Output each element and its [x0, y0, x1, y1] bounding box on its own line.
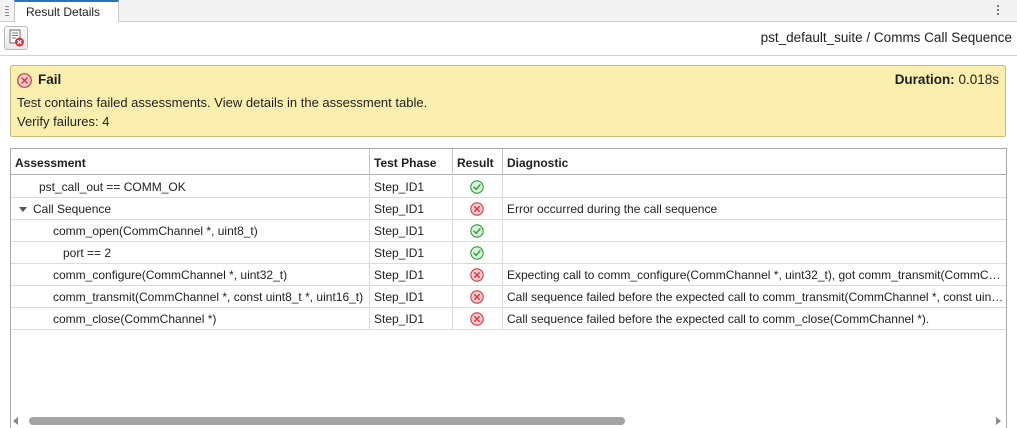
- result-cell: [453, 220, 503, 242]
- table-row[interactable]: port == 2 Step_ID1: [11, 242, 1006, 264]
- table-row[interactable]: comm_configure(CommChannel *, uint32_t) S…: [11, 264, 1006, 286]
- assessment-cell: comm_close(CommChannel *): [11, 308, 370, 330]
- horizontal-scrollbar[interactable]: [11, 414, 1006, 428]
- test-phase-cell: Step_ID1: [370, 308, 453, 330]
- fail-icon: [470, 312, 484, 326]
- pass-icon: [470, 224, 484, 238]
- status-title: Fail: [38, 72, 62, 87]
- assessment-label: comm_configure(CommChannel *, uint32_t): [53, 268, 288, 282]
- report-clear-icon: [9, 29, 24, 47]
- result-cell: [453, 308, 503, 330]
- test-phase-cell: Step_ID1: [370, 176, 453, 198]
- test-phase-cell: Step_ID1: [370, 220, 453, 242]
- assessment-label: Call Sequence: [33, 202, 112, 216]
- pass-icon: [470, 246, 484, 260]
- verify-failures: Verify failures: 4: [17, 114, 110, 129]
- clear-results-button[interactable]: [4, 26, 28, 50]
- result-cell: [453, 242, 503, 264]
- assessment-label: pst_call_out == COMM_OK: [39, 180, 186, 194]
- suite-path: pst_default_suite / Comms Call Sequence: [760, 30, 1012, 45]
- diagnostic-cell: [503, 220, 1006, 242]
- diagnostic-cell: Error occurred during the call sequence: [507, 202, 718, 216]
- drag-grip-icon[interactable]: [3, 4, 11, 18]
- result-cell: [453, 264, 503, 286]
- tab-strip: Result Details: [0, 0, 1017, 23]
- fail-icon: [470, 202, 484, 216]
- column-header-test-phase[interactable]: Test Phase: [370, 149, 453, 175]
- assessment-cell: Call Sequence: [11, 198, 370, 220]
- table-row[interactable]: comm_close(CommChannel *) Step_ID1 Call se…: [11, 308, 1006, 330]
- fail-icon: [17, 73, 32, 88]
- pass-icon: [470, 180, 484, 194]
- scroll-left-icon[interactable]: [13, 417, 18, 425]
- expand-caret-icon[interactable]: [19, 207, 27, 212]
- assessment-label: port == 2: [63, 246, 112, 260]
- column-header-result[interactable]: Result: [453, 149, 503, 175]
- column-header-diagnostic[interactable]: Diagnostic: [503, 149, 1006, 175]
- result-cell: [453, 198, 503, 220]
- diagnostic-cell: [503, 176, 1006, 198]
- toolbar: pst_default_suite / Comms Call Sequence: [0, 22, 1017, 56]
- assessment-label: comm_transmit(CommChannel *, const uint8…: [53, 290, 364, 304]
- duration-value: 0.018s: [958, 72, 999, 87]
- table-row[interactable]: Call Sequence Step_ID1 Error occurred duri…: [11, 198, 1006, 220]
- table-row[interactable]: comm_open(CommChannel *, uint8_t) Step_ID…: [11, 220, 1006, 242]
- assessment-cell: comm_transmit(CommChannel *, const uint8…: [11, 286, 370, 308]
- test-phase-cell: Step_ID1: [370, 286, 453, 308]
- test-phase-cell: Step_ID1: [370, 242, 453, 264]
- more-options-icon[interactable]: [993, 3, 1003, 17]
- status-message: Test contains failed assessments. View d…: [17, 95, 428, 110]
- diagnostic-cell: Call sequence failed before the expected…: [507, 290, 1006, 304]
- assessment-label: comm_close(CommChannel *): [53, 312, 217, 326]
- result-cell: [453, 286, 503, 308]
- table-row[interactable]: comm_transmit(CommChannel *, const uint8…: [11, 286, 1006, 308]
- tab-result-details[interactable]: Result Details: [14, 0, 119, 23]
- assessment-cell: pst_call_out == COMM_OK: [11, 176, 370, 198]
- assessment-label: comm_open(CommChannel *, uint8_t): [53, 224, 258, 238]
- result-cell: [453, 176, 503, 198]
- fail-icon: [470, 268, 484, 282]
- status-banner: Fail Duration: 0.018s Test contains fail…: [10, 65, 1006, 137]
- scroll-thumb[interactable]: [29, 417, 625, 425]
- assessment-cell: comm_configure(CommChannel *, uint32_t): [11, 264, 370, 286]
- table-row[interactable]: pst_call_out == COMM_OK Step_ID1: [11, 176, 1006, 198]
- duration-label: Duration:: [894, 72, 955, 87]
- diagnostic-cell: Expecting call to comm_configure(CommCha…: [507, 268, 1006, 282]
- diagnostic-cell: [503, 242, 1006, 264]
- assessment-cell: port == 2: [11, 242, 370, 264]
- test-phase-cell: Step_ID1: [370, 198, 453, 220]
- column-header-assessment[interactable]: Assessment: [11, 149, 370, 175]
- assessment-cell: comm_open(CommChannel *, uint8_t): [11, 220, 370, 242]
- test-phase-cell: Step_ID1: [370, 264, 453, 286]
- assessment-table: Assessment Test Phase Result Diagnostic …: [10, 148, 1007, 428]
- scroll-right-icon[interactable]: [996, 417, 1001, 425]
- fail-icon: [470, 290, 484, 304]
- duration: Duration: 0.018s: [895, 72, 999, 87]
- diagnostic-cell: Call sequence failed before the expected…: [507, 312, 930, 326]
